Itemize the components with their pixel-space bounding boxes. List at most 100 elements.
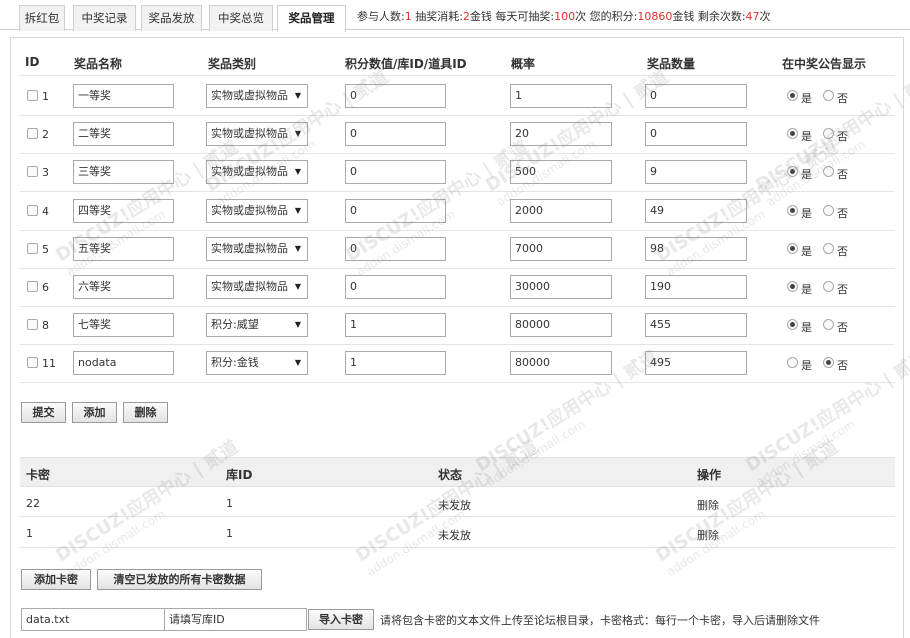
show-yes-radio[interactable] [787, 357, 798, 368]
row-select-checkbox[interactable] [27, 243, 38, 254]
show-yes-radio[interactable] [787, 281, 798, 292]
show-no-label: 否 [837, 245, 848, 258]
prize-category-select[interactable]: 实物或虚拟物品 ▼ [206, 275, 308, 299]
probability-input[interactable]: 20 [510, 122, 612, 146]
prize-value-input[interactable]: 0 [345, 237, 446, 261]
probability-input[interactable]: 30000 [510, 275, 612, 299]
show-no-radio[interactable] [823, 319, 834, 330]
delete-button[interactable]: 删除 [123, 402, 168, 423]
show-no-radio[interactable] [823, 281, 834, 292]
tab-prize-distribution[interactable]: 奖品发放 [141, 5, 202, 31]
row-divider [20, 382, 895, 383]
prize-name-input[interactable]: 四等奖 [73, 199, 174, 223]
show-no-radio[interactable] [823, 166, 834, 177]
lottery-stats: 参与人数:1 抽奖消耗:2金钱 每天可抽奖:100次 您的积分:10860金钱 … [357, 10, 771, 23]
quantity-input[interactable]: 0 [645, 84, 747, 108]
prize-value-input[interactable]: 1 [345, 313, 446, 337]
probability-input[interactable]: 7000 [510, 237, 612, 261]
prize-name-input[interactable]: 三等奖 [73, 160, 174, 184]
show-yes-radio[interactable] [787, 166, 798, 177]
prize-category-select[interactable]: 实物或虚拟物品 ▼ [206, 122, 308, 146]
row-select-checkbox[interactable] [27, 357, 38, 368]
prize-name-input[interactable]: 二等奖 [73, 122, 174, 146]
prize-category-select[interactable]: 实物或虚拟物品 ▼ [206, 199, 308, 223]
prize-category-select[interactable]: 实物或虚拟物品 ▼ [206, 237, 308, 261]
prize-name-input[interactable]: 六等奖 [73, 275, 174, 299]
header-quantity: 奖品数量 [647, 57, 696, 71]
card-file-input[interactable]: data.txt [21, 608, 165, 631]
tab-prize-management[interactable]: 奖品管理 [277, 5, 346, 32]
show-no-radio[interactable] [823, 243, 834, 254]
prize-id: 2 [42, 128, 49, 141]
show-yes-radio[interactable] [787, 205, 798, 216]
header-lib-id: 库ID [226, 468, 253, 482]
header-show-in-notice: 在中奖公告显示 [782, 57, 867, 71]
quantity-input[interactable]: 9 [645, 160, 747, 184]
prize-category-value: 实物或虚拟物品 [211, 89, 288, 102]
show-no-radio[interactable] [823, 357, 834, 368]
quantity-input[interactable]: 455 [645, 313, 747, 337]
row-select-checkbox[interactable] [27, 166, 38, 177]
show-no-radio[interactable] [823, 205, 834, 216]
lib-id-input[interactable]: 请填写库ID [164, 608, 307, 631]
probability-input[interactable]: 80000 [510, 351, 612, 375]
prize-name-input[interactable]: 七等奖 [73, 313, 174, 337]
show-yes-label: 是 [801, 283, 812, 296]
row-select-checkbox[interactable] [27, 90, 38, 101]
card-delete-link[interactable]: 删除 [697, 497, 719, 513]
quantity-input[interactable]: 495 [645, 351, 747, 375]
prize-name-input[interactable]: 一等奖 [73, 84, 174, 108]
tab-win-overview[interactable]: 中奖总览 [209, 5, 273, 31]
prize-value-input[interactable]: 1 [345, 351, 446, 375]
prize-category-select[interactable]: 积分:金钱 ▼ [206, 351, 308, 375]
tab-win-records[interactable]: 中奖记录 [73, 5, 136, 31]
clear-issued-cards-button[interactable]: 清空已发放的所有卡密数据 [97, 569, 262, 590]
show-no-radio[interactable] [823, 90, 834, 101]
prize-category-select[interactable]: 实物或虚拟物品 ▼ [206, 84, 308, 108]
quantity-input[interactable]: 49 [645, 199, 747, 223]
probability-input[interactable]: 1 [510, 84, 612, 108]
prize-value-input[interactable]: 0 [345, 275, 446, 299]
row-select-checkbox[interactable] [27, 205, 38, 216]
row-divider [20, 191, 895, 192]
probability-input[interactable]: 80000 [510, 313, 612, 337]
add-button[interactable]: 添加 [72, 402, 117, 423]
probability-input[interactable]: 500 [510, 160, 612, 184]
import-cards-button[interactable]: 导入卡密 [308, 609, 374, 630]
submit-button[interactable]: 提交 [21, 402, 66, 423]
prize-category-value: 实物或虚拟物品 [211, 242, 288, 255]
quantity-input[interactable]: 190 [645, 275, 747, 299]
row-select-checkbox[interactable] [27, 128, 38, 139]
dropdown-arrow-icon: ▼ [294, 129, 301, 138]
tab-open-red-packet[interactable]: 拆红包 [19, 5, 65, 31]
show-no-label: 否 [837, 321, 848, 334]
dropdown-arrow-icon: ▼ [294, 282, 301, 291]
quantity-input[interactable]: 0 [645, 122, 747, 146]
show-yes-radio[interactable] [787, 128, 798, 139]
row-select-checkbox[interactable] [27, 281, 38, 292]
prize-value-input[interactable]: 0 [345, 84, 446, 108]
show-yes-radio[interactable] [787, 243, 798, 254]
prize-name-input[interactable]: nodata [73, 351, 174, 375]
card-delete-link[interactable]: 删除 [697, 527, 719, 543]
prize-name-input[interactable]: 五等奖 [73, 237, 174, 261]
dropdown-arrow-icon: ▼ [294, 244, 301, 253]
probability-input[interactable]: 2000 [510, 199, 612, 223]
show-yes-radio[interactable] [787, 319, 798, 330]
prize-value-input[interactable]: 0 [345, 122, 446, 146]
prize-value-input[interactable]: 0 [345, 199, 446, 223]
row-select-checkbox[interactable] [27, 319, 38, 330]
card-row-divider [20, 516, 895, 517]
row-divider [20, 153, 895, 154]
quantity-input[interactable]: 98 [645, 237, 747, 261]
row-divider [20, 268, 895, 269]
prize-category-select[interactable]: 实物或虚拟物品 ▼ [206, 160, 308, 184]
card-status: 未发放 [438, 529, 471, 542]
prize-value-input[interactable]: 0 [345, 160, 446, 184]
prize-category-select[interactable]: 积分:威望 ▼ [206, 313, 308, 337]
show-no-radio[interactable] [823, 128, 834, 139]
show-yes-radio[interactable] [787, 90, 798, 101]
add-card-button[interactable]: 添加卡密 [21, 569, 91, 590]
prize-id: 6 [42, 281, 49, 294]
header-card-key: 卡密 [26, 468, 51, 482]
